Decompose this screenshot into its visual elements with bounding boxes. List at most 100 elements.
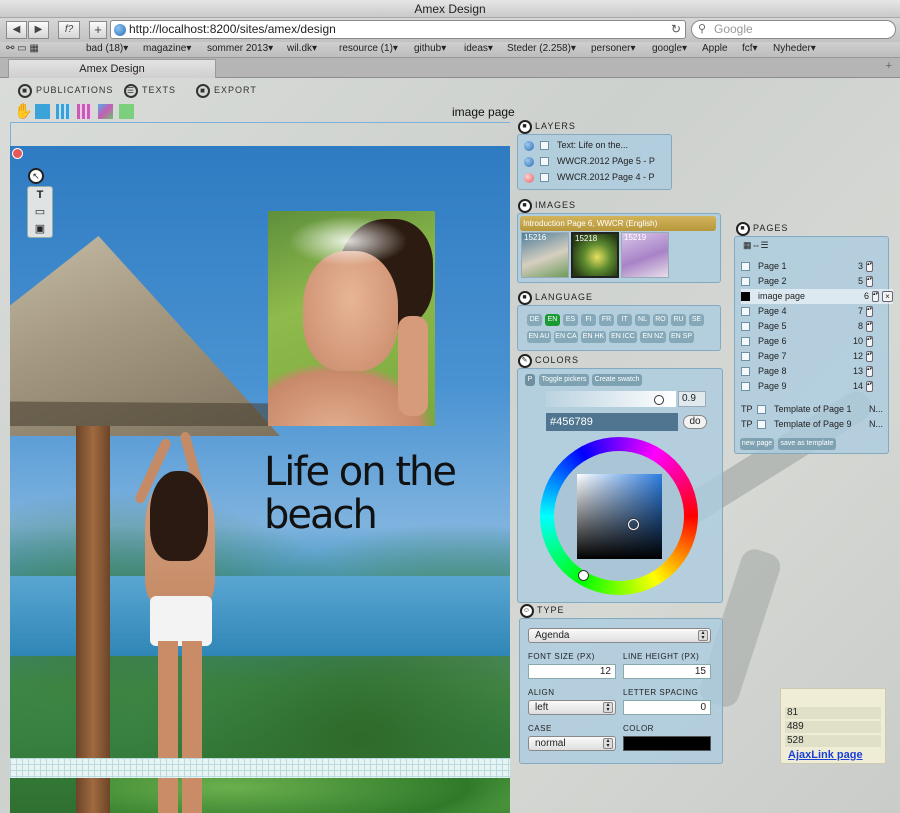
toggle-pickers-button[interactable]: Toggle pickers: [539, 374, 589, 386]
page-checkbox[interactable]: [741, 337, 750, 347]
layer-checkbox[interactable]: [540, 141, 549, 151]
bookmark-item[interactable]: sommer 2013▾: [207, 42, 273, 56]
bookmark-item[interactable]: magazine▾: [143, 42, 191, 56]
page-checkbox[interactable]: [741, 307, 750, 317]
page-checkbox[interactable]: [741, 322, 750, 332]
page-stepper-icon[interactable]: ▴▾: [866, 261, 873, 272]
p-toggle-button[interactable]: P: [525, 374, 535, 386]
url-bar[interactable]: http://localhost:8200/sites/amex/design …: [110, 20, 686, 39]
view-toggle-icon[interactable]: ▦⇔☰: [743, 240, 769, 251]
font-size-input[interactable]: 12: [528, 664, 616, 679]
bookmark-item[interactable]: ideas▾: [464, 42, 493, 56]
layer-checkbox[interactable]: [540, 157, 549, 167]
headline-text-frame[interactable]: Life on the beach: [264, 451, 504, 537]
align-select[interactable]: left ▴ ▾: [528, 700, 616, 715]
fit-icon[interactable]: [35, 104, 51, 119]
images-folder-header[interactable]: Introduction Page 6, WWCR (English): [520, 216, 716, 231]
add-bookmark-button[interactable]: +: [89, 21, 107, 39]
forward-button[interactable]: ▶: [28, 21, 49, 39]
page-row[interactable]: Page 7 12 ▴▾: [741, 349, 887, 364]
layer-row[interactable]: Text: Life on the...: [524, 138, 628, 153]
lang-en-hk[interactable]: EN HK: [581, 331, 606, 343]
layer-visible-icon[interactable]: [524, 156, 534, 167]
layer-row[interactable]: WWCR.2012 PAge 5 - P: [524, 154, 655, 169]
back-button[interactable]: ◀: [6, 21, 27, 39]
function-button[interactable]: f?: [58, 21, 80, 39]
page-checkbox[interactable]: [741, 352, 750, 362]
lang-nl[interactable]: NL: [635, 314, 650, 326]
page-stepper-icon[interactable]: ▴▾: [866, 321, 873, 332]
lang-fr[interactable]: FR: [599, 314, 614, 326]
design-page-canvas[interactable]: Life on the beach: [10, 146, 510, 813]
page-stepper-icon[interactable]: ▴▾: [866, 306, 873, 317]
page-checkbox[interactable]: [741, 367, 750, 377]
create-swatch-button[interactable]: Create swatch: [592, 374, 642, 386]
page-row-selected[interactable]: image page 6 ▴▾ ×: [741, 289, 893, 304]
opacity-value[interactable]: 0.9: [678, 391, 706, 407]
hue-handle[interactable]: [578, 570, 589, 581]
pointer-tool-icon[interactable]: ↖: [28, 168, 44, 184]
lang-es[interactable]: ES: [563, 314, 578, 326]
grid-icon[interactable]: [56, 104, 72, 119]
bookmark-item[interactable]: Nyheder▾: [773, 42, 816, 56]
template-checkbox[interactable]: [757, 420, 766, 430]
page-stepper-icon[interactable]: ▴▾: [866, 276, 873, 287]
reload-icon[interactable]: ↻: [671, 21, 681, 38]
lang-ro[interactable]: RO: [653, 314, 668, 326]
new-tab-icon[interactable]: +: [886, 60, 892, 72]
green-grid-icon[interactable]: [119, 104, 135, 119]
lang-se[interactable]: SE: [689, 314, 704, 326]
page-stepper-icon[interactable]: ▴▾: [866, 336, 873, 347]
lang-en-nz[interactable]: EN NZ: [640, 331, 666, 343]
page-stepper-icon[interactable]: ▴▾: [866, 381, 873, 392]
lang-en-au[interactable]: EN AU: [527, 331, 551, 343]
page-row[interactable]: Page 2 5 ▴▾: [741, 274, 887, 289]
lang-ru[interactable]: RU: [671, 314, 686, 326]
lang-de[interactable]: DE: [527, 314, 542, 326]
image-thumbnail-selected[interactable]: 15218: [571, 232, 619, 278]
menu-texts[interactable]: ☰ TEXTS: [124, 82, 176, 98]
bookmark-item[interactable]: fcf▾: [742, 42, 758, 56]
text-color-swatch[interactable]: [623, 736, 711, 751]
text-tool-icon[interactable]: T: [28, 187, 52, 204]
bookmark-item[interactable]: google▾: [652, 42, 687, 56]
menu-export[interactable]: ■ EXPORT: [196, 82, 257, 98]
page-row[interactable]: Page 9 14 ▴▾: [741, 379, 887, 394]
color-grid-icon[interactable]: [98, 104, 114, 119]
template-row[interactable]: TP Template of Page 9 N...: [741, 417, 887, 432]
save-as-template-button[interactable]: save as template: [778, 438, 836, 450]
new-page-button[interactable]: new page: [740, 438, 774, 450]
layer-hidden-icon[interactable]: [524, 172, 534, 183]
layer-checkbox[interactable]: [540, 173, 549, 183]
saturation-value-handle[interactable]: [628, 519, 639, 530]
page-row[interactable]: Page 8 13 ▴▾: [741, 364, 887, 379]
lang-en-ca[interactable]: EN CA: [554, 331, 578, 343]
bookmark-item[interactable]: wil.dk▾: [287, 42, 317, 56]
bookmark-item[interactable]: Steder (2.258)▾: [507, 42, 576, 56]
search-input[interactable]: ⚲ Google: [691, 20, 896, 39]
hex-color-input[interactable]: #456789: [546, 413, 678, 431]
layer-visible-icon[interactable]: [524, 140, 534, 151]
hand-icon[interactable]: ✋: [14, 104, 33, 119]
opacity-slider-handle[interactable]: [654, 395, 664, 405]
page-checkbox[interactable]: [741, 382, 750, 392]
frame-tool-icon[interactable]: ▭: [28, 204, 52, 221]
layer-row[interactable]: WWCR.2012 Page 4 - P: [524, 170, 655, 185]
grid-pink-icon[interactable]: [77, 104, 93, 119]
bookmark-item[interactable]: github▾: [414, 42, 446, 56]
lang-en-sp[interactable]: EN SP: [669, 331, 694, 343]
page-checkbox[interactable]: [741, 262, 750, 272]
lang-fi[interactable]: FI: [581, 314, 596, 326]
page-stepper-icon[interactable]: ▴▾: [866, 351, 873, 362]
font-select[interactable]: Agenda ▴ ▾: [528, 628, 711, 643]
template-checkbox[interactable]: [757, 405, 766, 415]
page-stepper-icon[interactable]: ▴▾: [866, 366, 873, 377]
image-thumbnail[interactable]: 15219: [621, 232, 669, 278]
bookmark-item[interactable]: resource (1)▾: [339, 42, 398, 56]
image-tool-icon[interactable]: ▣: [28, 221, 52, 238]
photo-frame[interactable]: [268, 211, 435, 426]
lang-en[interactable]: EN: [545, 314, 560, 326]
line-height-input[interactable]: 15: [623, 664, 711, 679]
page-stepper-icon[interactable]: ▴▾: [872, 291, 879, 302]
page-row[interactable]: Page 1 3 ▴▾: [741, 259, 887, 274]
